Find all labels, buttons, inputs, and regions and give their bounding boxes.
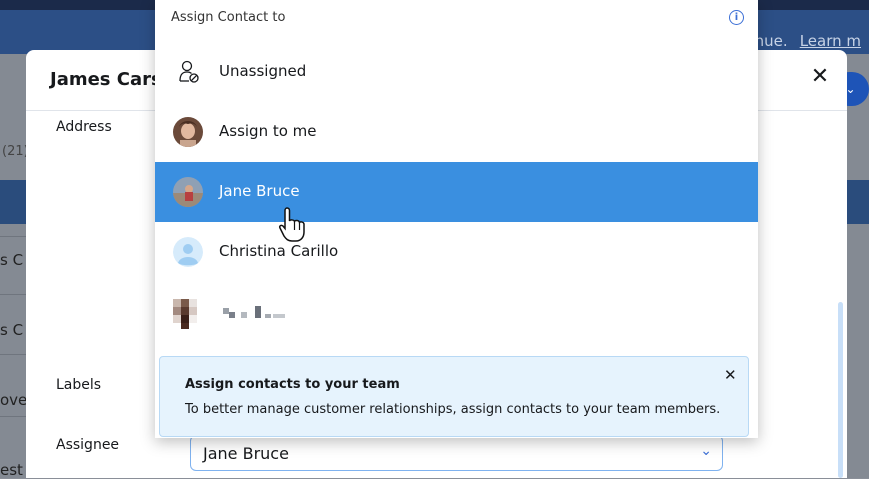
learn-more-link[interactable]: Learn m [800, 32, 861, 50]
option-unassigned[interactable]: Unassigned [155, 42, 758, 102]
labels-label: Labels [56, 377, 102, 393]
table-row-text: ove [0, 391, 28, 409]
option-label: Assign to me [219, 122, 317, 140]
close-icon[interactable]: ✕ [808, 65, 832, 89]
table-row-text: est [0, 461, 23, 479]
redacted-name [221, 304, 291, 326]
table-row-text: s C [0, 321, 24, 339]
avatar-placeholder [173, 237, 203, 267]
assignee-select-value: Jane Bruce [203, 444, 289, 463]
contacts-count: (21) [2, 144, 29, 159]
hand-cursor-icon [278, 206, 308, 248]
unassigned-user-icon [173, 57, 203, 87]
banner-title: Assign contacts to your team [185, 377, 400, 392]
info-icon[interactable]: i [729, 10, 744, 25]
option-christina-carillo[interactable]: Christina Carillo [155, 222, 758, 282]
option-label: Jane Bruce [219, 182, 300, 200]
avatar-pixelated [173, 299, 203, 329]
avatar [173, 177, 203, 207]
table-header-band-right [846, 180, 869, 224]
option-label: Unassigned [219, 62, 307, 80]
close-icon[interactable]: ✕ [724, 366, 737, 384]
modal-scrollbar[interactable] [838, 302, 843, 478]
chevron-down-icon: ⌄ [700, 443, 712, 459]
option-assign-to-me[interactable]: Assign to me [155, 102, 758, 162]
banner-text: To better manage customer relationships,… [185, 402, 721, 417]
assign-info-banner: Assign contacts to your team To better m… [159, 356, 749, 437]
assignee-label: Assignee [56, 437, 120, 453]
option-jane-bruce[interactable]: Jane Bruce [155, 162, 758, 222]
dropdown-header: Assign Contact to [171, 10, 286, 25]
address-label: Address [56, 119, 112, 135]
avatar [173, 117, 203, 147]
assignee-select[interactable]: Jane Bruce ⌄ [190, 435, 723, 471]
option-redacted-user[interactable] [155, 284, 758, 344]
table-row-text: s C [0, 251, 24, 269]
